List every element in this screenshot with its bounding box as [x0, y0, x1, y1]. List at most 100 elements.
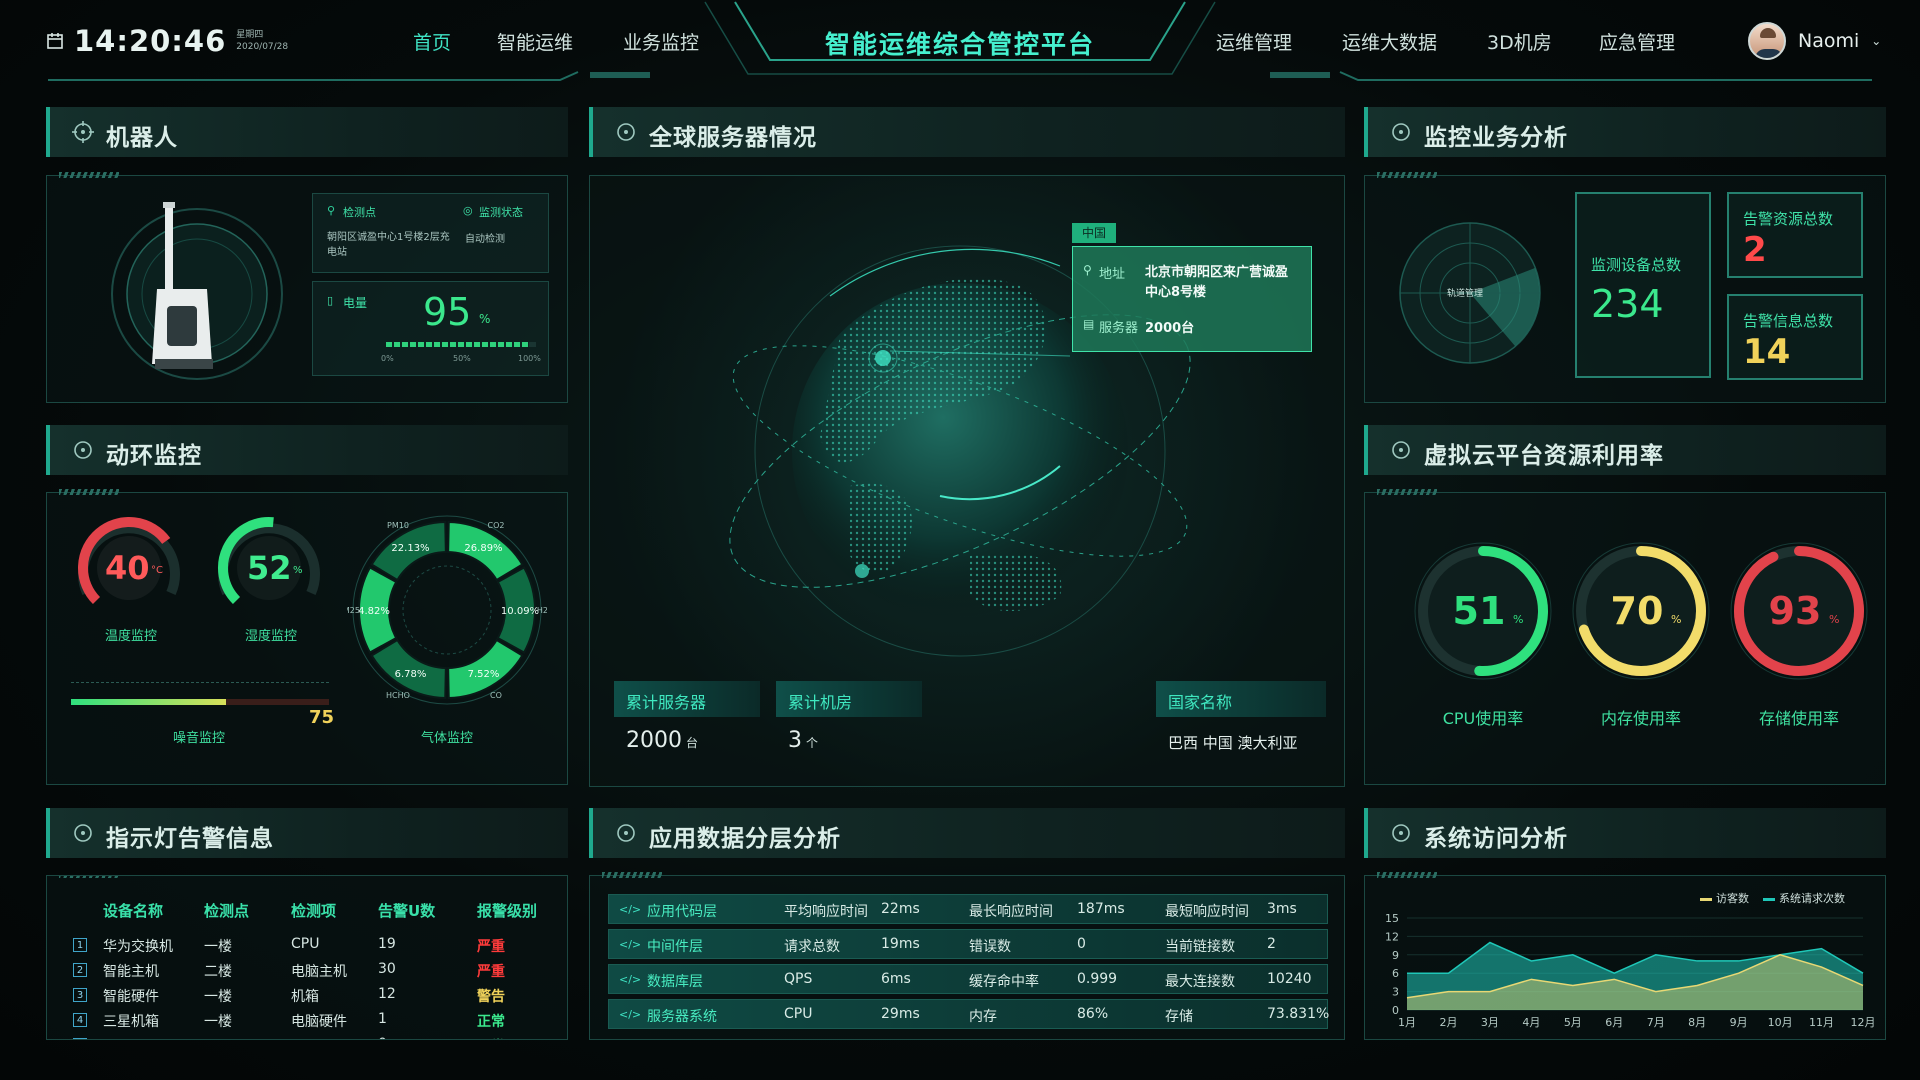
target-icon [1390, 121, 1412, 143]
gas-name-h2s: H2S [537, 606, 547, 615]
cell-point: 二楼 [204, 961, 232, 981]
global-panel-header: 全球服务器情况 [589, 107, 1345, 157]
x-tick-label: 6月 [1605, 1016, 1623, 1029]
nav-biz-monitor[interactable]: 业务监控 [623, 28, 699, 55]
cell-u: 12 [378, 986, 396, 1002]
layers-panel-title: 应用数据分层分析 [649, 819, 841, 853]
cell-item: 电脑主机 [291, 961, 347, 981]
y-tick-label: 15 [1385, 912, 1399, 925]
layer-row[interactable]: </>服务器系统CPU29ms内存86%存储73.831% [608, 999, 1328, 1029]
robot-panel-title: 机器人 [106, 118, 178, 152]
nav-ops-bigdata[interactable]: 运维大数据 [1342, 28, 1437, 55]
memory-usage-label: 内存使用率 [1571, 705, 1711, 729]
layer-row[interactable]: </>中间件层请求总数19ms错误数0当前链接数2 [608, 929, 1328, 959]
nav-smart-ops[interactable]: 智能运维 [497, 28, 573, 55]
battery-label: 电量 [343, 294, 367, 311]
metric-3-value: 2 [1267, 936, 1276, 952]
code-icon: </> [619, 903, 641, 916]
metric-1-label: CPU [784, 1006, 812, 1022]
title-area: 智能运维综合管控平台 [735, 0, 1185, 74]
battery-unit: % [479, 312, 490, 326]
gas-name-co: CO [490, 691, 502, 700]
code-icon: </> [619, 1008, 641, 1021]
cell-point: 一楼 [204, 986, 232, 1006]
date: 2020/07/28 [236, 41, 288, 53]
humidity-label: 湿度监控 [245, 625, 297, 644]
metric-1-value: 29ms [881, 1006, 920, 1022]
usage-ring-2: 93% [1731, 543, 1867, 679]
layer-row[interactable]: </>应用代码层平均响应时间22ms最长响应时间187ms最短响应时间3ms [608, 894, 1328, 924]
server-tooltip: ⚲ 地址 北京市朝阳区来广营诚盈中心8号楼 ▤ 服务器 2000台 [1072, 246, 1312, 352]
x-tick-label: 8月 [1688, 1016, 1706, 1029]
table-row[interactable]: 4三星机箱一楼电脑硬件1正常 [47, 1011, 567, 1033]
robot-illustration [77, 194, 317, 384]
usage-ring-1: 70% [1573, 543, 1709, 679]
target-icon [1390, 439, 1412, 461]
battery-icon: ▯ [327, 294, 333, 307]
noise-bar-fill [71, 699, 226, 705]
nav-emergency[interactable]: 应急管理 [1599, 28, 1675, 55]
gas-name-hcho: HCHO [386, 691, 410, 700]
gas-name-pm25: PM25 [347, 606, 360, 615]
chevron-down-icon[interactable]: ⌄ [1871, 34, 1881, 48]
cell-u: 30 [378, 961, 396, 977]
cell-level: 正常 [477, 1011, 505, 1031]
alarm-info-card: 告警信息总数 14 [1727, 294, 1863, 380]
status-label: 监测状态 [479, 204, 523, 220]
temperature-unit: °C [151, 565, 163, 576]
cell-item: 电脑硬件 [291, 1011, 347, 1031]
metric-1-label: QPS [784, 971, 812, 987]
code-icon: </> [619, 938, 641, 951]
x-tick-label: 4月 [1522, 1016, 1540, 1029]
temperature-label: 温度监控 [105, 625, 157, 644]
target-icon [72, 121, 94, 143]
row-index: 1 [73, 938, 87, 952]
target-icon [72, 439, 94, 461]
y-tick-label: 9 [1392, 949, 1399, 962]
cell-device: 智能主机 [103, 961, 159, 981]
usage-rings: 51%70%93% [1365, 493, 1887, 693]
metric-2-value: 187ms [1077, 901, 1125, 917]
location-pin-icon: ⚲ [327, 204, 335, 217]
row-index: 4 [73, 1013, 87, 1027]
gas-value-co2: 26.89% [464, 543, 502, 554]
biz-panel-title: 监控业务分析 [1424, 118, 1568, 152]
env-panel-header: 动环监控 [46, 425, 568, 475]
robot-panel-header: 机器人 [46, 107, 568, 157]
clock: 14:20:46 星期四 2020/07/28 [46, 24, 288, 58]
metric-1-label: 平均响应时间 [784, 901, 868, 921]
avatar[interactable] [1748, 22, 1786, 60]
metric-3-label: 最大连接数 [1165, 971, 1235, 991]
legend-item-requests: 系统请求次数 [1763, 890, 1845, 906]
row-index: 5 [73, 1038, 87, 1040]
row-index: 2 [73, 963, 87, 977]
nav-3d-room[interactable]: 3D机房 [1487, 28, 1552, 55]
x-tick-label: 5月 [1564, 1016, 1582, 1029]
table-row[interactable]: 5散热器一楼风扇0正常 [47, 1036, 567, 1040]
gas-label: 气体监控 [421, 727, 473, 746]
table-row[interactable]: 2智能主机二楼电脑主机30严重 [47, 961, 567, 983]
stat-rooms-unit: 个 [806, 736, 818, 750]
scale-50: 50% [453, 354, 471, 363]
deco-stripes [59, 489, 119, 495]
code-icon: </> [619, 973, 641, 986]
temperature-value: 40 [105, 549, 150, 587]
table-row[interactable]: 1华为交换机一楼CPU19严重 [47, 936, 567, 958]
alarm-source-card: 告警资源总数 2 [1727, 192, 1863, 278]
gas-value-pm25: 4.82% [358, 606, 390, 617]
usage-ring-unit: % [1513, 613, 1523, 626]
metric-3-value: 3ms [1267, 901, 1297, 917]
nav-ops-manage[interactable]: 运维管理 [1216, 28, 1292, 55]
metric-2-label: 错误数 [969, 936, 1011, 956]
table-row[interactable]: 3智能硬件一楼机箱12警告 [47, 986, 567, 1008]
user-name[interactable]: Naomi [1798, 30, 1859, 52]
biz-panel-header: 监控业务分析 [1364, 107, 1886, 157]
usage-ring-unit: % [1829, 613, 1839, 626]
nav-home[interactable]: 首页 [413, 28, 451, 55]
metric-2-label: 缓存命中率 [969, 971, 1039, 991]
user-menu[interactable]: Naomi ⌄ [1748, 22, 1881, 60]
usage-ring-value: 93 [1769, 589, 1822, 633]
status-value: 自动检测 [465, 230, 505, 245]
cloud-panel-header: 虚拟云平台资源利用率 [1364, 425, 1886, 475]
layer-row[interactable]: </>数据库层QPS6ms缓存命中率0.999最大连接数10240 [608, 964, 1328, 994]
